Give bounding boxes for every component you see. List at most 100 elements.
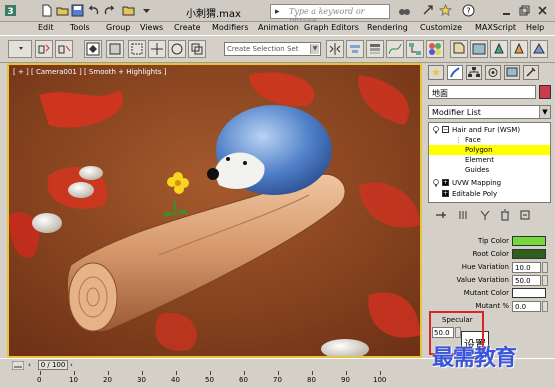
- viewport-label[interactable]: [ + ] [ Camera001 ] [ Smooth + Highlight…: [13, 68, 166, 76]
- menu-maxscript[interactable]: MAXScript: [475, 23, 516, 32]
- menu-tools[interactable]: Tools: [70, 23, 90, 32]
- mini-curve-editor-icon[interactable]: [11, 360, 25, 371]
- menu-create[interactable]: Create: [174, 23, 201, 32]
- lightbulb-icon[interactable]: [432, 179, 440, 187]
- favorites-icon[interactable]: [438, 3, 453, 17]
- select-object-icon[interactable]: [84, 40, 102, 58]
- menu-rendering[interactable]: Rendering: [367, 23, 408, 32]
- root-color-swatch[interactable]: [512, 249, 546, 259]
- open-file-icon[interactable]: [56, 4, 69, 17]
- expand-icon[interactable]: +: [442, 190, 449, 197]
- minimize-icon[interactable]: [500, 4, 513, 17]
- close-icon[interactable]: [536, 4, 549, 17]
- show-end-result-icon[interactable]: [456, 208, 470, 222]
- rect-selection-icon[interactable]: [128, 40, 146, 58]
- motion-tab-icon[interactable]: [485, 65, 501, 80]
- help-icon[interactable]: ?: [462, 4, 475, 17]
- hue-variation-field[interactable]: 10.0: [512, 262, 541, 273]
- render-setup-icon[interactable]: [450, 40, 468, 58]
- menu-modifiers[interactable]: Modifiers: [212, 23, 249, 32]
- stack-item-face[interactable]: ⋮ Face: [429, 135, 550, 145]
- search-input[interactable]: ▸ Type a keyword or phrase: [270, 4, 390, 25]
- menu-edit[interactable]: Edit: [38, 23, 54, 32]
- create-tab-icon[interactable]: [428, 65, 444, 80]
- select-scale-icon[interactable]: [188, 40, 206, 58]
- select-link-icon[interactable]: [35, 40, 53, 58]
- object-name-field[interactable]: 地面: [428, 85, 536, 99]
- menu-group[interactable]: Group: [106, 23, 130, 32]
- app-logo-icon[interactable]: 3: [4, 4, 17, 17]
- next-frame-icon[interactable]: ›: [70, 362, 78, 369]
- tip-color-swatch[interactable]: [512, 236, 546, 246]
- specular-spinner[interactable]: [455, 327, 461, 338]
- collapse-icon[interactable]: −: [442, 126, 449, 133]
- menu-customize[interactable]: Customize: [420, 23, 462, 32]
- configure-sets-icon[interactable]: [518, 208, 532, 222]
- stack-item-polygon[interactable]: Polygon: [429, 145, 550, 155]
- hue-variation-spinner[interactable]: [542, 262, 548, 273]
- activeshade-icon[interactable]: [530, 40, 548, 58]
- select-move-icon[interactable]: [148, 40, 166, 58]
- unlink-icon[interactable]: [55, 40, 73, 58]
- value-variation-spinner[interactable]: [542, 275, 548, 286]
- selection-filter-dropdown[interactable]: [8, 40, 32, 58]
- mutant-percent-field[interactable]: 0.0: [512, 301, 541, 312]
- tick-mark: [244, 371, 245, 375]
- menu-animation[interactable]: Animation: [258, 23, 299, 32]
- tick-mark: [312, 371, 313, 375]
- undo-icon[interactable]: [87, 4, 100, 17]
- named-selection-set-dropdown[interactable]: Create Selection Set ▼: [224, 42, 321, 56]
- modifier-list-dropdown[interactable]: Modifier List ▼: [428, 105, 551, 119]
- object-color-swatch[interactable]: [539, 85, 551, 99]
- stack-item-uvw-mapping[interactable]: + UVW Mapping: [429, 178, 550, 188]
- utilities-tab-icon[interactable]: [523, 65, 539, 80]
- stack-item-element[interactable]: Element: [429, 155, 550, 165]
- render-iterative-icon[interactable]: [510, 40, 528, 58]
- stack-item-label: UVW Mapping: [452, 179, 502, 187]
- menu-help[interactable]: Help: [526, 23, 544, 32]
- remove-modifier-icon[interactable]: [498, 208, 512, 222]
- stack-item-editable-poly[interactable]: + Editable Poly: [429, 189, 550, 199]
- specular-field[interactable]: 50.0: [432, 327, 454, 338]
- modifier-stack[interactable]: − Hair and Fur (WSM) ⋮ Face Polygon Elem…: [428, 122, 551, 203]
- menu-views[interactable]: Views: [140, 23, 163, 32]
- communication-center-icon[interactable]: [422, 4, 435, 17]
- material-editor-icon[interactable]: [426, 40, 444, 58]
- expand-icon[interactable]: +: [442, 179, 449, 186]
- tree-line: ⋮: [455, 136, 462, 144]
- schematic-view-icon[interactable]: [406, 40, 424, 58]
- new-file-icon[interactable]: [40, 4, 53, 17]
- select-rotate-icon[interactable]: [168, 40, 186, 58]
- rendered-frame-icon[interactable]: [470, 40, 488, 58]
- hierarchy-tab-icon[interactable]: [466, 65, 482, 80]
- lightbulb-icon[interactable]: [432, 126, 440, 134]
- modify-tab-icon[interactable]: [447, 65, 463, 80]
- mutant-percent-spinner[interactable]: [542, 301, 548, 312]
- make-unique-icon[interactable]: [478, 208, 492, 222]
- menu-graph-editors[interactable]: Graph Editors: [304, 23, 359, 32]
- time-slider[interactable]: 0 / 100: [38, 360, 68, 370]
- timeline-ruler[interactable]: 0 10 20 30 40 50 60 70 80 90 100: [0, 371, 555, 388]
- specular-label: Specular: [442, 316, 473, 324]
- pin-stack-icon[interactable]: [434, 208, 448, 222]
- dropdown-arrow-icon[interactable]: [140, 4, 153, 17]
- tick-label: 70: [273, 376, 282, 384]
- binoculars-icon[interactable]: [398, 4, 411, 17]
- stack-item-hair-and-fur[interactable]: − Hair and Fur (WSM): [429, 125, 550, 135]
- stack-item-guides[interactable]: Guides: [429, 165, 550, 175]
- render-production-icon[interactable]: [490, 40, 508, 58]
- redo-icon[interactable]: [103, 4, 116, 17]
- align-icon[interactable]: [346, 40, 364, 58]
- display-tab-icon[interactable]: [504, 65, 520, 80]
- select-by-name-icon[interactable]: [106, 40, 124, 58]
- project-folder-icon[interactable]: [122, 4, 135, 17]
- prev-frame-icon[interactable]: ‹: [28, 362, 36, 369]
- value-variation-field[interactable]: 50.0: [512, 275, 541, 286]
- curve-editor-icon[interactable]: [386, 40, 404, 58]
- save-icon[interactable]: [71, 4, 84, 17]
- layer-manager-icon[interactable]: [366, 40, 384, 58]
- restore-icon[interactable]: [518, 4, 531, 17]
- mutant-color-swatch[interactable]: [512, 288, 546, 298]
- mirror-icon[interactable]: [326, 40, 344, 58]
- camera-viewport[interactable]: [ + ] [ Camera001 ] [ Smooth + Highlight…: [7, 63, 422, 358]
